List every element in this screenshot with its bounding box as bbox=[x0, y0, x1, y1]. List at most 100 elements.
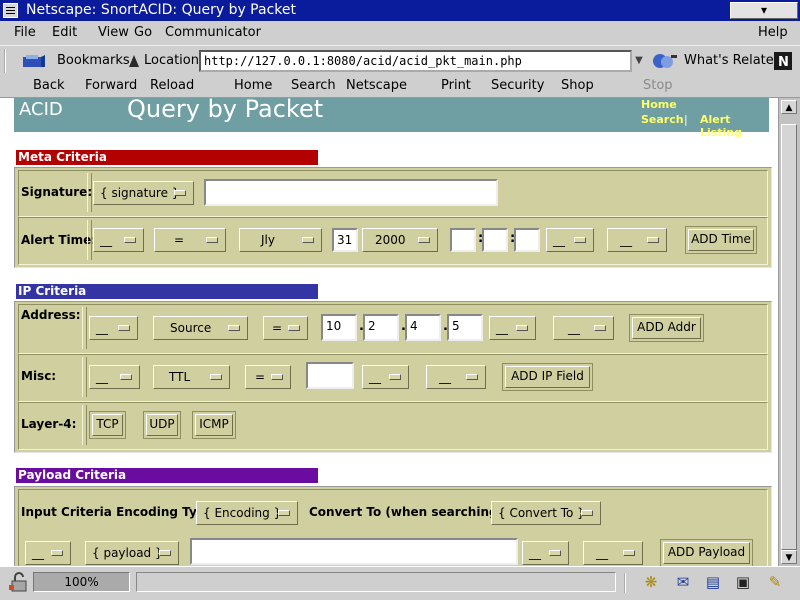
forward-button[interactable]: Forward bbox=[85, 78, 137, 93]
search-button[interactable]: Search bbox=[291, 78, 336, 93]
addressbook-icon[interactable]: ▣ bbox=[732, 572, 754, 592]
encoding-select-value: { Encoding } bbox=[203, 506, 282, 520]
menu-go[interactable]: Go bbox=[134, 25, 152, 40]
security-button[interactable]: Security bbox=[491, 78, 544, 93]
address-octet-1-input[interactable]: 10 bbox=[321, 314, 357, 341]
address-label: Address: bbox=[21, 308, 81, 322]
alert-time-label: Alert Time: bbox=[21, 233, 97, 247]
misc-field-select[interactable]: TTL bbox=[153, 365, 230, 389]
payload-field-select[interactable]: { payload } bbox=[85, 541, 179, 565]
add-addr-button[interactable]: ADD Addr bbox=[629, 314, 704, 342]
column-divider bbox=[82, 307, 87, 349]
time-close-paren-select[interactable]: __ bbox=[546, 228, 594, 252]
misc-operator-select[interactable]: = bbox=[245, 365, 291, 389]
hour-input[interactable] bbox=[450, 228, 476, 252]
discussion-icon[interactable]: ▤ bbox=[702, 572, 724, 592]
payload-input[interactable] bbox=[190, 538, 518, 565]
address-close-paren-value: __ bbox=[496, 321, 508, 335]
misc-close-paren-value: __ bbox=[369, 370, 381, 384]
status-bar: 100% ❋ ✉ ▤ ▣ ✎ bbox=[0, 566, 800, 600]
navigator-icon[interactable]: ❋ bbox=[640, 572, 662, 592]
misc-boolean-value: __ bbox=[439, 370, 451, 384]
address-octet-3-input[interactable]: 4 bbox=[405, 314, 441, 341]
address-octet-4-input[interactable]: 5 bbox=[447, 314, 483, 341]
menu-communicator[interactable]: Communicator bbox=[165, 25, 261, 40]
back-button[interactable]: Back bbox=[33, 78, 65, 93]
scroll-down-arrow-icon[interactable]: ▼ bbox=[781, 550, 797, 564]
year-select[interactable]: 2000 bbox=[362, 228, 438, 252]
page-content: ACID Query by Packet Home Search | Alert… bbox=[0, 98, 778, 566]
address-close-paren-select[interactable]: __ bbox=[489, 316, 536, 340]
location-page-icon[interactable] bbox=[127, 54, 141, 68]
url-dropdown-icon[interactable]: ▼ bbox=[632, 50, 646, 72]
misc-open-paren-select[interactable]: __ bbox=[89, 365, 140, 389]
encoding-select[interactable]: { Encoding } bbox=[196, 501, 298, 525]
security-lock-icon[interactable] bbox=[8, 572, 30, 592]
mail-icon[interactable]: ✉ bbox=[672, 572, 694, 592]
alert-listing-link[interactable]: Alert Listing bbox=[700, 113, 769, 139]
home-link[interactable]: Home bbox=[641, 98, 677, 111]
window-minimize-button[interactable]: ▾ bbox=[730, 2, 798, 19]
second-input[interactable] bbox=[514, 228, 540, 252]
vertical-scrollbar[interactable]: ▲ ▼ bbox=[778, 98, 800, 566]
add-ip-field-button[interactable]: ADD IP Field bbox=[502, 363, 593, 391]
dropdown-indicator-icon bbox=[581, 510, 593, 516]
whats-related-icon[interactable] bbox=[651, 52, 679, 70]
dropdown-indicator-icon bbox=[647, 237, 659, 243]
scroll-thumb[interactable] bbox=[781, 124, 797, 550]
dropdown-indicator-icon bbox=[51, 550, 63, 556]
misc-boolean-select[interactable]: __ bbox=[426, 365, 486, 389]
menu-view[interactable]: View bbox=[98, 25, 129, 40]
address-row: Address: __ Source = 10 . 2 . 4 . 5 __ _… bbox=[18, 304, 768, 354]
misc-close-paren-select[interactable]: __ bbox=[362, 365, 409, 389]
reload-button[interactable]: Reload bbox=[150, 78, 194, 93]
shop-button[interactable]: Shop bbox=[561, 78, 594, 93]
add-payload-button[interactable]: ADD Payload bbox=[660, 539, 753, 566]
print-button[interactable]: Print bbox=[441, 78, 471, 93]
window-title: Netscape: SnortACID: Query by Packet bbox=[26, 2, 296, 18]
whats-related-label[interactable]: What's Related bbox=[684, 53, 782, 68]
menu-file[interactable]: File bbox=[14, 25, 36, 40]
address-octet-2-input[interactable]: 2 bbox=[363, 314, 399, 341]
month-select[interactable]: Jly bbox=[239, 228, 322, 252]
misc-value-input[interactable] bbox=[306, 362, 354, 389]
window-menu-icon[interactable] bbox=[3, 3, 18, 18]
address-operator-select[interactable]: = bbox=[263, 316, 308, 340]
day-input[interactable]: 31 bbox=[332, 228, 358, 252]
address-boolean-select[interactable]: __ bbox=[553, 316, 614, 340]
signature-input[interactable] bbox=[204, 179, 498, 206]
toolbar-grip[interactable] bbox=[4, 49, 12, 73]
tcp-button[interactable]: TCP bbox=[89, 411, 126, 439]
add-time-button[interactable]: ADD Time bbox=[685, 226, 757, 254]
scroll-up-arrow-icon[interactable]: ▲ bbox=[781, 100, 797, 114]
payload-open-paren-select[interactable]: __ bbox=[25, 541, 71, 565]
convert-to-select[interactable]: { Convert To } bbox=[491, 501, 601, 525]
payload-criteria-heading: Payload Criteria bbox=[16, 468, 318, 483]
netscape-button[interactable]: Netscape bbox=[346, 78, 407, 93]
time-boolean-select[interactable]: __ bbox=[607, 228, 667, 252]
time-operator-select[interactable]: = bbox=[154, 228, 226, 252]
misc-open-paren-value: __ bbox=[96, 370, 108, 384]
bookmarks-label[interactable]: Bookmarks bbox=[57, 53, 130, 68]
composer-icon[interactable]: ✎ bbox=[764, 572, 786, 592]
icmp-button[interactable]: ICMP bbox=[192, 411, 236, 439]
dropdown-indicator-icon bbox=[516, 325, 528, 331]
menu-edit[interactable]: Edit bbox=[52, 25, 77, 40]
home-button[interactable]: Home bbox=[234, 78, 272, 93]
address-field-select[interactable]: Source bbox=[153, 316, 248, 340]
zoom-level: 100% bbox=[33, 572, 130, 592]
udp-button[interactable]: UDP bbox=[143, 411, 181, 439]
time-open-paren-select[interactable]: __ bbox=[93, 228, 144, 252]
minute-input[interactable] bbox=[482, 228, 508, 252]
payload-close-paren-select[interactable]: __ bbox=[522, 541, 569, 565]
alert-time-row: Alert Time: __ = Jly 31 2000 : : __ __ A… bbox=[18, 217, 768, 265]
payload-boolean-select[interactable]: __ bbox=[583, 541, 643, 565]
search-link[interactable]: Search bbox=[641, 113, 684, 126]
menu-help[interactable]: Help bbox=[758, 25, 788, 40]
component-bar-grip[interactable] bbox=[624, 573, 632, 593]
misc-field-value: TTL bbox=[169, 370, 191, 384]
address-open-paren-select[interactable]: __ bbox=[89, 316, 138, 340]
url-input[interactable]: http://127.0.0.1:8080/acid/acid_pkt_main… bbox=[199, 50, 632, 72]
bookmarks-icon[interactable] bbox=[20, 52, 46, 70]
signature-select[interactable]: { signature } bbox=[93, 181, 194, 205]
